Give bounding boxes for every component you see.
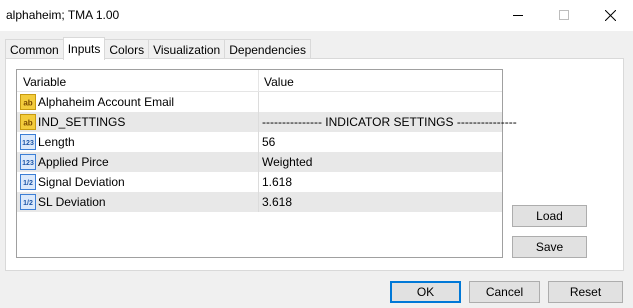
tab-label: Dependencies <box>229 42 306 57</box>
svg-text:1/2: 1/2 <box>23 200 33 207</box>
svg-text:1/2: 1/2 <box>23 180 33 187</box>
inputs-grid: Variable Value ab Alphaheim Account Emai… <box>16 69 517 258</box>
save-button[interactable]: Save <box>512 236 587 258</box>
svg-text:ab: ab <box>23 119 32 128</box>
integer-type-icon: 123 <box>20 134 36 150</box>
variable-name: SL Deviation <box>38 195 106 209</box>
row-divider <box>258 132 259 152</box>
tab-label: Visualization <box>153 42 221 57</box>
grid-header: Variable Value <box>17 70 502 92</box>
cancel-button[interactable]: Cancel <box>469 281 540 303</box>
table-row[interactable]: 123 Length 56 <box>17 132 502 152</box>
variable-value[interactable]: 3.618 <box>262 195 292 209</box>
variable-name: Length <box>38 135 75 149</box>
variable-name: IND_SETTINGS <box>38 115 126 129</box>
row-divider <box>258 192 259 212</box>
row-divider <box>258 172 259 192</box>
reset-button[interactable]: Reset <box>548 281 623 303</box>
column-divider[interactable] <box>258 70 259 92</box>
variable-name: Alphaheim Account Email <box>38 95 175 109</box>
ok-button[interactable]: OK <box>390 281 461 303</box>
tab-colors[interactable]: Colors <box>104 39 150 59</box>
variable-name: Applied Pirce <box>38 155 109 169</box>
close-icon <box>604 9 616 21</box>
double-type-icon: 1/2 <box>20 194 36 210</box>
double-type-icon: 1/2 <box>20 174 36 190</box>
tab-label: Inputs <box>67 42 101 56</box>
svg-text:123: 123 <box>22 160 34 167</box>
tab-dependencies[interactable]: Dependencies <box>224 39 311 59</box>
variable-value[interactable]: Weighted <box>262 155 312 169</box>
close-button[interactable] <box>587 0 633 30</box>
table-row[interactable]: 1/2 Signal Deviation 1.618 <box>17 172 502 192</box>
column-header-variable[interactable]: Variable <box>23 75 66 89</box>
title-bar: alphaheim; TMA 1.00 <box>0 0 633 31</box>
table-row[interactable]: 1/2 SL Deviation 3.618 <box>17 192 502 212</box>
table-row[interactable]: ab IND_SETTINGS --------------- INDICATO… <box>17 112 517 132</box>
tab-inputs[interactable]: Inputs <box>62 37 106 60</box>
row-divider <box>258 152 259 172</box>
tab-common[interactable]: Common <box>5 39 64 59</box>
svg-text:ab: ab <box>23 99 32 108</box>
column-header-value[interactable]: Value <box>264 75 294 89</box>
svg-text:123: 123 <box>22 140 34 147</box>
window-title: alphaheim; TMA 1.00 <box>6 8 120 22</box>
tab-label: Common <box>10 42 59 57</box>
variable-value[interactable]: --------------- INDICATOR SETTINGS -----… <box>262 115 517 129</box>
variable-value[interactable]: 56 <box>262 135 275 149</box>
variable-value[interactable]: 1.618 <box>262 175 292 189</box>
string-type-icon: ab <box>20 94 36 110</box>
tab-label: Colors <box>109 42 145 57</box>
load-button[interactable]: Load <box>512 205 587 227</box>
minimize-button[interactable] <box>495 0 541 30</box>
tab-visualization[interactable]: Visualization <box>148 39 226 59</box>
maximize-icon <box>559 10 569 20</box>
table-row[interactable]: ab Alphaheim Account Email <box>17 92 502 112</box>
variable-name: Signal Deviation <box>38 175 125 189</box>
row-divider <box>258 92 259 112</box>
minimize-icon <box>513 15 523 16</box>
string-type-icon: ab <box>20 114 36 130</box>
tab-strip: Common Inputs Colors Visualization Depen… <box>5 37 311 60</box>
maximize-button <box>541 0 587 30</box>
table-row[interactable]: 123 Applied Pirce Weighted <box>17 152 502 172</box>
row-divider <box>258 112 259 132</box>
integer-type-icon: 123 <box>20 154 36 170</box>
